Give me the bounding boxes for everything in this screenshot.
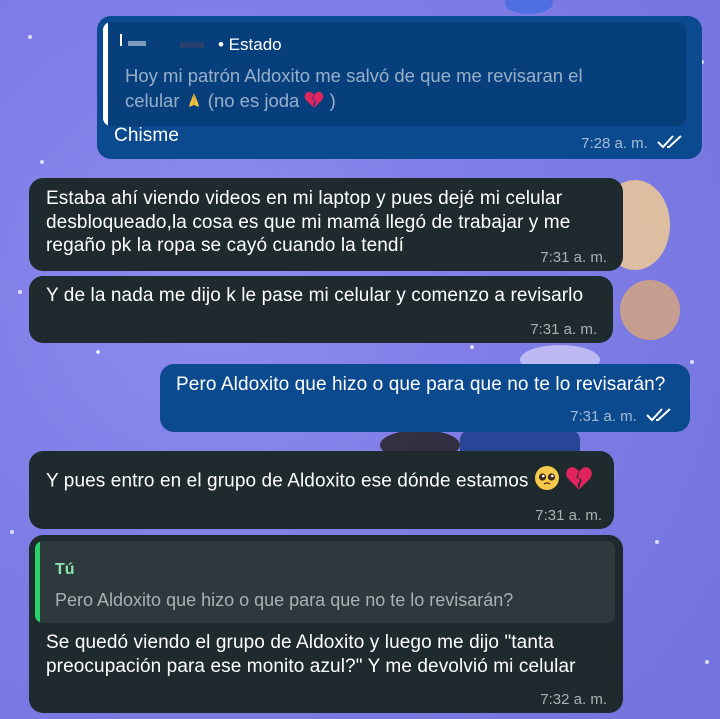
message-time: 7:28 a. m. — [581, 134, 648, 152]
wallpaper-sparkle — [470, 345, 474, 349]
wallpaper-character-blob — [620, 280, 680, 340]
quote-text-fragment: (no es joda — [207, 90, 300, 111]
quote-text-line: Hoy mi patrón Aldoxito me salvó de que m… — [125, 65, 583, 86]
message-line: desbloqueado,la cosa es que mi mamá lleg… — [46, 211, 571, 233]
message-meta: 7:28 a. m. — [581, 134, 683, 154]
message-line: Estaba ahí viendo videos en mi laptop y … — [46, 188, 563, 209]
message-meta: 7:31 a. m. — [570, 407, 672, 427]
broken-heart-emoji — [565, 466, 593, 498]
wallpaper-sparkle — [40, 160, 44, 164]
wallpaper-sparkle — [705, 660, 709, 664]
wallpaper-cloud — [505, 0, 553, 14]
message-text: Estaba ahí viendo videos en mi laptop y … — [46, 187, 570, 258]
message-text: Y de la nada me dijo k le pase mi celula… — [46, 285, 584, 306]
quote-accent-bar — [103, 22, 108, 126]
message-time: 7:32 a. m. — [540, 691, 607, 708]
incoming-message[interactable]: Estaba ahí viendo videos en mi laptop y … — [29, 178, 623, 271]
message-text-fragment: Y pues entro en el grupo de Aldoxito ese… — [46, 470, 529, 492]
quoted-message[interactable]: Tú Pero Aldoxito que hizo o que para que… — [35, 541, 615, 623]
wallpaper-sparkle — [690, 360, 694, 364]
quote-accent-bar — [35, 541, 40, 623]
quote-text-line: celular (no es joda ) — [125, 88, 685, 115]
message-text: Chisme — [114, 125, 180, 146]
double-check-icon — [657, 134, 683, 154]
message-text: Pero Aldoxito que hizo o que para que no… — [176, 374, 666, 395]
incoming-message[interactable]: Tú Pero Aldoxito que hizo o que para que… — [29, 535, 623, 713]
redacted-contact-name — [120, 34, 208, 48]
wallpaper-sparkle — [96, 350, 100, 354]
broken-heart-emoji — [304, 90, 324, 115]
outgoing-message[interactable]: Pero Aldoxito que hizo o que para que no… — [160, 364, 690, 432]
message-time: 7:31 a. m. — [530, 321, 597, 338]
message-text: Y pues entro en el grupo de Aldoxito ese… — [46, 465, 593, 498]
message-line: preocupación para ese monito azul?" Y me… — [46, 655, 576, 677]
incoming-message[interactable]: Y de la nada me dijo k le pase mi celula… — [29, 276, 613, 343]
wallpaper-sparkle — [10, 530, 14, 534]
message-line: regaño pk la ropa se cayó cuando la tend… — [46, 235, 404, 256]
message-time: 7:31 a. m. — [535, 507, 602, 524]
quote-author: • Estado — [218, 35, 282, 54]
wallpaper-sparkle — [18, 290, 22, 294]
quote-text-fragment: ) — [329, 90, 336, 111]
message-time: 7:31 a. m. — [570, 407, 637, 425]
quoted-status[interactable]: • Estado Hoy mi patrón Aldoxito me salvó… — [103, 22, 686, 126]
quote-text-fragment: celular — [125, 90, 180, 111]
pleading-face-emoji — [534, 465, 560, 498]
wallpaper-sparkle — [655, 540, 659, 544]
quote-author: Tú — [55, 561, 75, 578]
quote-text: Pero Aldoxito que hizo o que para que no… — [55, 590, 514, 610]
quote-text: Hoy mi patrón Aldoxito me salvó de que m… — [125, 63, 685, 115]
incoming-message[interactable]: Y pues entro en el grupo de Aldoxito ese… — [29, 451, 614, 529]
folded-hands-emoji — [185, 90, 203, 115]
message-line: Se quedó viendo el grupo de Aldoxito y l… — [46, 632, 555, 653]
double-check-icon — [646, 407, 672, 427]
wallpaper-sparkle — [28, 35, 32, 39]
message-text: Se quedó viendo el grupo de Aldoxito y l… — [46, 631, 576, 678]
outgoing-message[interactable]: • Estado Hoy mi patrón Aldoxito me salvó… — [97, 16, 702, 159]
message-time: 7:31 a. m. — [540, 249, 607, 266]
